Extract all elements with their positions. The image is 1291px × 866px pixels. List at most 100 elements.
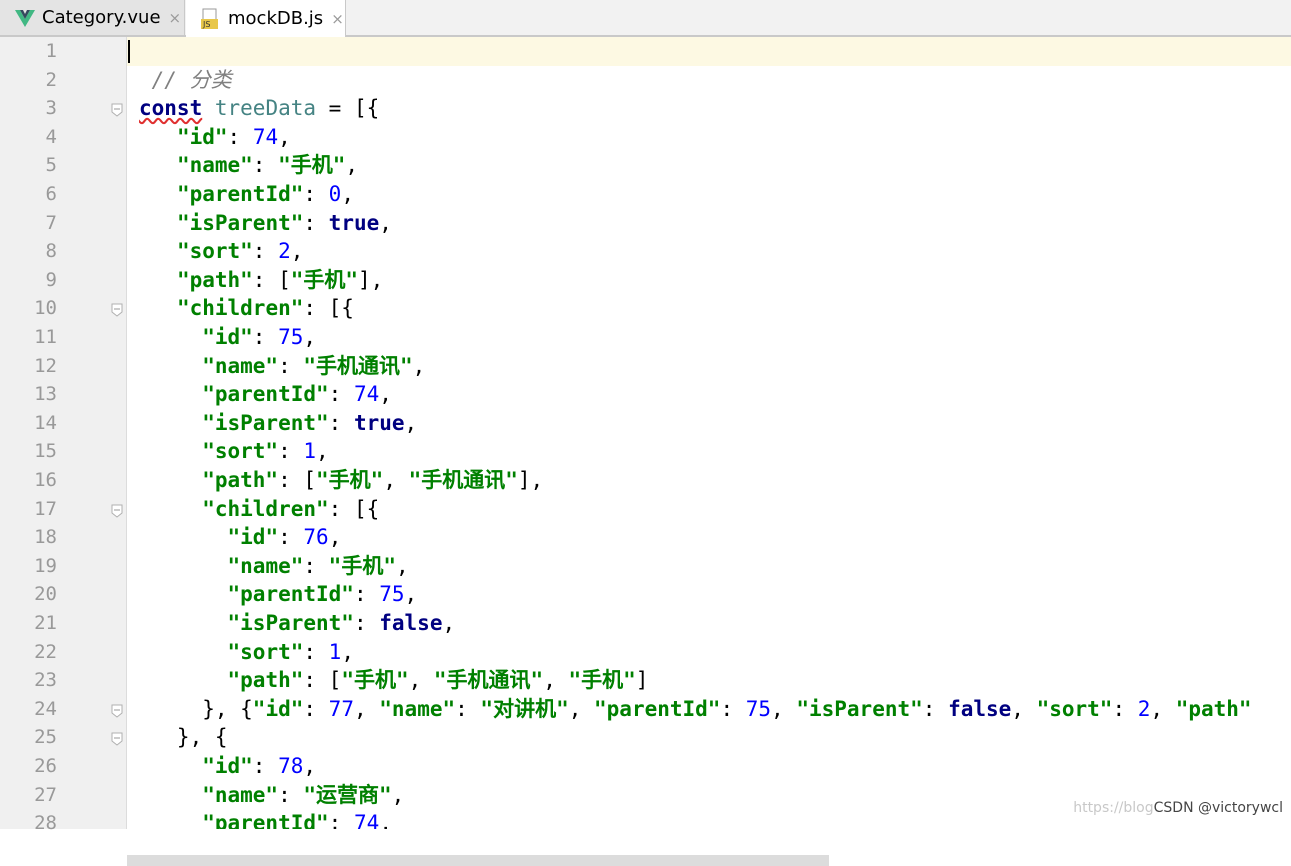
code-token: : [ <box>303 668 342 693</box>
code-line: "name": "手机", <box>127 552 1291 581</box>
code-token: : <box>278 525 304 550</box>
code-token: "手机" <box>568 668 636 693</box>
code-token: treeData <box>214 96 317 121</box>
line-number: 11 <box>34 326 57 348</box>
code-token: "id" <box>227 525 279 550</box>
line-number: 6 <box>45 183 57 205</box>
code-line: "isParent": true, <box>127 409 1291 438</box>
code-line: "id": 76, <box>127 523 1291 552</box>
code-token: : [ <box>252 267 291 292</box>
code-token: "children" <box>202 496 329 521</box>
code-token: 1 <box>303 439 317 464</box>
tab-label: mockDB.js <box>228 8 324 29</box>
fold-marker-icon[interactable] <box>111 703 123 718</box>
code-token: "sort" <box>176 239 253 264</box>
code-token: }, { <box>139 696 253 721</box>
code-line: "id": 75, <box>127 323 1291 352</box>
code-token: "id" <box>202 325 253 349</box>
code-token: , <box>395 553 409 578</box>
fold-marker-icon[interactable] <box>111 731 123 747</box>
code-token: : <box>278 353 304 378</box>
code-token: : <box>252 239 279 264</box>
line-number: 17 <box>34 497 57 520</box>
code-token: , <box>771 696 797 721</box>
code-token: = [{ <box>316 96 380 121</box>
code-token: "id" <box>202 754 253 778</box>
code-token: , <box>303 754 317 778</box>
code-token: , <box>383 468 409 492</box>
code-token: , <box>379 210 392 235</box>
fold-marker-icon[interactable] <box>111 302 123 318</box>
code-token: , <box>412 353 426 378</box>
code-token: : [{ <box>328 496 380 521</box>
fold-marker-icon[interactable] <box>111 102 123 117</box>
code-token: "name" <box>202 782 279 807</box>
code-token: "手机" <box>328 553 396 578</box>
line-number: 22 <box>34 640 57 663</box>
code-token: 1 <box>328 639 342 664</box>
code-token: "手机通讯" <box>408 468 518 492</box>
code-token: : <box>278 782 304 807</box>
code-token: false <box>379 611 443 635</box>
code-token: ] <box>635 668 649 693</box>
code-token: "sort" <box>1036 696 1113 721</box>
tab-category-vue[interactable]: Category.vue × <box>0 0 185 35</box>
code-token: "children" <box>176 296 304 321</box>
code-token: 74 <box>252 124 279 149</box>
code-token: , <box>404 582 418 607</box>
code-token: : <box>1112 696 1138 721</box>
code-token: "运营商" <box>303 782 392 807</box>
code-token: "name" <box>202 353 279 378</box>
close-icon[interactable]: × <box>169 9 182 27</box>
code-token: , <box>1150 696 1176 721</box>
line-number: 24 <box>34 697 57 720</box>
code-line: "name": "手机通讯", <box>127 352 1291 381</box>
code-token: "isParent" <box>202 410 329 435</box>
line-number: 4 <box>45 125 57 148</box>
code-token: , <box>408 668 434 693</box>
line-number: 8 <box>45 240 57 263</box>
horizontal-scrollbar[interactable] <box>127 855 829 866</box>
code-token: ], <box>517 468 544 492</box>
code-token: 2 <box>1137 696 1151 721</box>
code-token: ], <box>358 267 384 292</box>
code-token: 75 <box>745 696 772 721</box>
code-token: "手机" <box>290 267 359 292</box>
code-line: "parentId": 0, <box>127 180 1291 209</box>
js-file-icon: JS <box>200 8 222 30</box>
code-area[interactable]: // 分类 const treeData = [{ "id": 74, "name… <box>127 37 1291 829</box>
code-line: // 分类 <box>127 66 1291 95</box>
code-token: : <box>455 696 481 721</box>
line-number: 10 <box>34 297 57 320</box>
code-token: : <box>303 696 329 721</box>
line-number: 26 <box>34 755 57 777</box>
code-token: "手机通讯" <box>303 353 413 378</box>
code-token: }, { <box>139 725 228 750</box>
code-editor[interactable]: 1 2 3 4 5 6 7 8 9 10 11 12 13 14 15 16 17 18 19 20 21 22 23 24 2… <box>0 37 1291 866</box>
code-token: 76 <box>303 525 329 550</box>
watermark-author: CSDN @victorywcl <box>1153 800 1283 816</box>
code-token: , <box>379 382 392 407</box>
code-token: true <box>353 410 405 435</box>
code-token: : <box>328 811 354 829</box>
code-line: const treeData = [{ <box>127 94 1291 123</box>
code-token: "parentId" <box>227 582 354 607</box>
line-number: 25 <box>34 726 57 749</box>
close-icon[interactable]: × <box>331 10 344 28</box>
code-token: false <box>948 696 1012 721</box>
tab-mockdb-js[interactable]: JS mockDB.js × <box>186 0 346 37</box>
code-token: , <box>353 696 380 721</box>
line-number: 13 <box>34 383 57 406</box>
code-token: // 分类 <box>139 67 232 92</box>
fold-marker-icon[interactable] <box>111 503 123 518</box>
line-number: 16 <box>34 469 57 491</box>
